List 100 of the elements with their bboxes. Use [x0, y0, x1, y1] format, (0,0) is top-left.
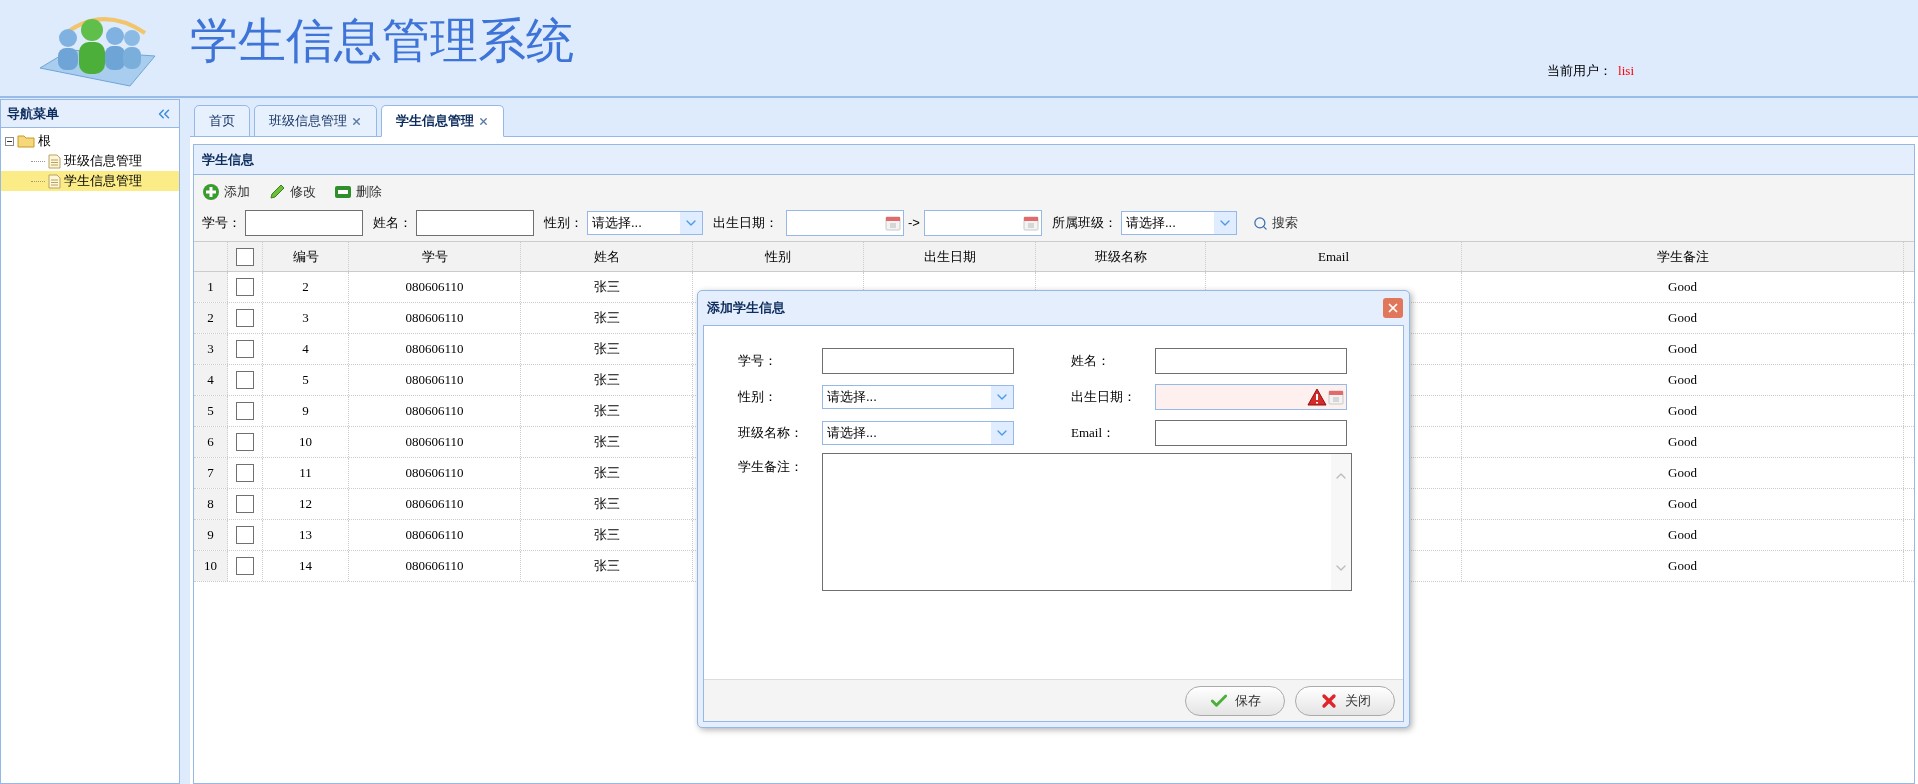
- tab[interactable]: 学生信息管理: [381, 105, 504, 137]
- toolbar-button[interactable]: 修改: [268, 182, 316, 202]
- table-cell: 14: [263, 551, 349, 581]
- date-field[interactable]: [1155, 384, 1347, 410]
- field-label: Email：: [1071, 424, 1117, 443]
- file-icon: [48, 173, 61, 189]
- text-field[interactable]: [1155, 348, 1347, 374]
- column-header[interactable]: Email: [1206, 242, 1462, 271]
- table-cell: Good: [1462, 551, 1904, 581]
- table-cell: 张三: [521, 272, 693, 302]
- text-field[interactable]: [822, 348, 1014, 374]
- column-header[interactable]: 学号: [349, 242, 521, 271]
- close-button[interactable]: [1383, 298, 1403, 318]
- select-field[interactable]: 请选择...: [822, 385, 1014, 409]
- table-cell: 张三: [521, 334, 693, 364]
- table-cell: 080606110: [349, 427, 521, 457]
- calendar-icon[interactable]: [885, 215, 901, 231]
- tree-item[interactable]: 班级信息管理: [1, 151, 179, 171]
- field-label: 班级名称：: [738, 424, 804, 443]
- save-button[interactable]: 保存: [1185, 685, 1285, 716]
- table-cell: 张三: [521, 396, 693, 426]
- row-number: 3: [194, 334, 228, 364]
- table-cell: Good: [1462, 489, 1904, 519]
- checkbox[interactable]: [236, 526, 254, 544]
- text-field[interactable]: [245, 210, 363, 236]
- user-label: 当前用户：: [1547, 62, 1613, 81]
- table-cell: 080606110: [349, 551, 521, 581]
- table-cell: 080606110: [349, 520, 521, 550]
- table-cell: 13: [263, 520, 349, 550]
- table-cell: Good: [1462, 427, 1904, 457]
- plus-icon: [202, 183, 220, 201]
- checkbox[interactable]: [236, 464, 254, 482]
- field-label: 出生日期：: [1071, 388, 1137, 407]
- tree-label: 根: [38, 132, 51, 151]
- date-field[interactable]: [923, 210, 1042, 236]
- column-header[interactable]: 学生备注: [1462, 242, 1904, 271]
- table-cell: 080606110: [349, 489, 521, 519]
- calendar-icon[interactable]: [1022, 215, 1039, 231]
- table-cell: 080606110: [349, 334, 521, 364]
- column-header[interactable]: 姓名: [521, 242, 693, 271]
- search-button[interactable]: 搜索: [1252, 213, 1298, 233]
- row-number: 9: [194, 520, 228, 550]
- tree-item[interactable]: 学生信息管理: [1, 171, 179, 191]
- calendar-icon[interactable]: [1328, 389, 1344, 405]
- filter-label: 性别：: [544, 214, 583, 233]
- close-button[interactable]: 关闭: [1295, 685, 1395, 716]
- nav-title: 导航菜单: [7, 104, 59, 123]
- system-title: 学生信息管理系统: [190, 13, 574, 69]
- checkbox[interactable]: [236, 309, 254, 327]
- table-cell: Good: [1462, 334, 1904, 364]
- file-icon: [48, 153, 61, 169]
- toolbar-button[interactable]: 删除: [334, 182, 382, 202]
- table-cell: 12: [263, 489, 349, 519]
- checkbox[interactable]: [236, 402, 254, 420]
- minus-icon: [334, 185, 352, 199]
- select-field[interactable]: 请选择...: [822, 421, 1014, 445]
- table-cell: Good: [1462, 365, 1904, 395]
- tree-label: 班级信息管理: [64, 152, 142, 171]
- table-cell: 张三: [521, 427, 693, 457]
- field-label: 学生备注：: [738, 458, 804, 476]
- panel-title: 学生信息: [202, 150, 254, 169]
- table-cell: 080606110: [349, 303, 521, 333]
- row-number: 1: [194, 272, 228, 302]
- column-header[interactable]: 性别: [693, 242, 864, 271]
- search-icon: [1252, 215, 1268, 231]
- table-cell: Good: [1462, 458, 1904, 488]
- dialog-title: 添加学生信息: [707, 299, 785, 318]
- close-icon[interactable]: [478, 115, 489, 127]
- text-field[interactable]: [416, 210, 534, 236]
- folder-icon: [17, 134, 35, 148]
- collapse-toggle-icon[interactable]: [5, 136, 14, 146]
- table-cell: 080606110: [349, 365, 521, 395]
- tab[interactable]: 首页: [194, 105, 250, 137]
- table-cell: 9: [263, 396, 349, 426]
- close-icon[interactable]: [351, 115, 362, 127]
- checkbox[interactable]: [236, 340, 254, 358]
- checkbox[interactable]: [236, 433, 254, 451]
- tree-item[interactable]: 根: [1, 131, 179, 151]
- table-cell: 3: [263, 303, 349, 333]
- checkbox[interactable]: [236, 247, 254, 266]
- column-header[interactable]: 编号: [263, 242, 349, 271]
- checkbox[interactable]: [236, 495, 254, 513]
- checkbox[interactable]: [236, 278, 254, 296]
- table-cell: 张三: [521, 489, 693, 519]
- column-header[interactable]: 出生日期: [864, 242, 1036, 271]
- column-header[interactable]: 班级名称: [1036, 242, 1206, 271]
- date-field[interactable]: [786, 210, 904, 236]
- table-cell: 080606110: [349, 458, 521, 488]
- select-field[interactable]: 请选择...: [587, 211, 703, 235]
- toolbar-button[interactable]: 添加: [202, 182, 250, 202]
- table-cell: 5: [263, 365, 349, 395]
- text-field[interactable]: [1155, 420, 1347, 446]
- row-number: 4: [194, 365, 228, 395]
- table-cell: 张三: [521, 458, 693, 488]
- checkbox[interactable]: [236, 557, 254, 575]
- tab[interactable]: 班级信息管理: [254, 105, 377, 137]
- row-number: 5: [194, 396, 228, 426]
- checkbox[interactable]: [236, 371, 254, 389]
- filter-label: 出生日期：: [713, 214, 778, 233]
- select-field[interactable]: 请选择...: [1120, 211, 1237, 235]
